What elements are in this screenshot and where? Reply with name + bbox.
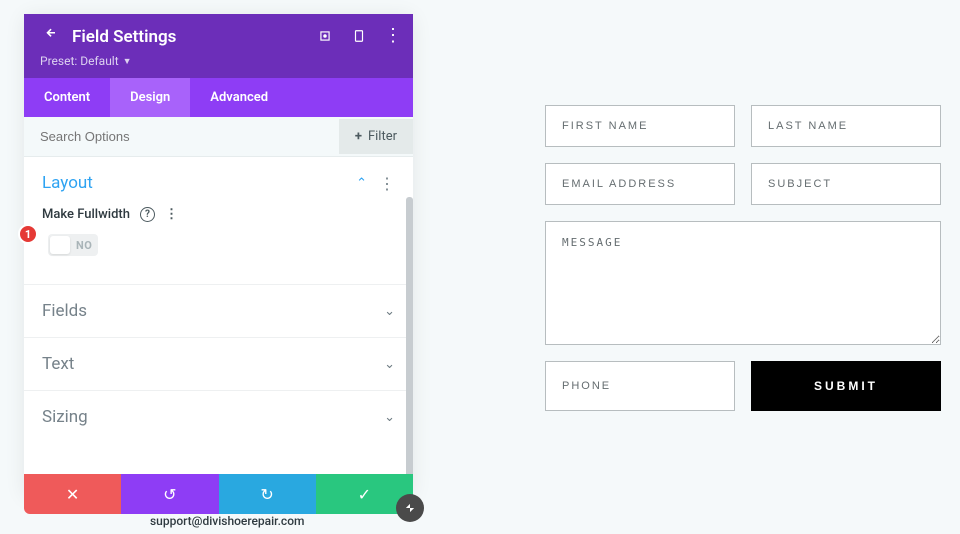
fullwidth-toggle[interactable]: NO — [48, 234, 98, 256]
section-text-head[interactable]: Text ⌄ — [42, 354, 395, 374]
option-more-icon[interactable]: ⋮ — [165, 207, 178, 222]
make-fullwidth-row: Make Fullwidth ? ⋮ — [42, 207, 395, 222]
search-row: + Filter — [24, 117, 413, 157]
section-layout-title: Layout — [42, 173, 93, 193]
filter-button[interactable]: + Filter — [339, 119, 413, 154]
callout-badge-1: 1 — [18, 224, 38, 244]
undo-button[interactable]: ↺ — [121, 474, 218, 514]
drag-handle[interactable] — [396, 494, 424, 522]
search-input[interactable] — [40, 117, 339, 156]
close-icon: ✕ — [66, 485, 79, 504]
preset-label: Preset: Default — [40, 54, 119, 68]
redo-icon: ↻ — [260, 485, 273, 504]
section-more-icon[interactable]: ⋮ — [379, 174, 395, 193]
responsive-icon[interactable] — [351, 28, 367, 44]
panel-body: + Filter Layout ⌃ ⋮ Make Fullwidth ? ⋮ — [24, 117, 413, 495]
section-sizing-head[interactable]: Sizing ⌄ — [42, 407, 395, 427]
preset-selector[interactable]: Preset: Default ▼ — [40, 54, 397, 68]
message-field[interactable] — [545, 221, 941, 345]
chevron-down-icon: ▼ — [123, 56, 132, 67]
plus-icon: + — [355, 129, 362, 144]
form-preview: SUBMIT — [545, 105, 941, 427]
last-name-field[interactable] — [751, 105, 941, 147]
redo-button[interactable]: ↻ — [219, 474, 316, 514]
section-text-title: Text — [42, 354, 74, 374]
scrollbar[interactable] — [406, 197, 413, 495]
tabs: Content Design Advanced — [24, 78, 413, 117]
section-sizing-title: Sizing — [42, 407, 88, 427]
first-name-field[interactable] — [545, 105, 735, 147]
settings-panel: Field Settings Preset: Default ▼ ⋮ Conte… — [24, 14, 413, 495]
submit-button[interactable]: SUBMIT — [751, 361, 941, 411]
chevron-down-icon: ⌄ — [384, 410, 395, 425]
section-sizing: Sizing ⌄ — [24, 391, 413, 443]
footer-actions: ✕ ↺ ↻ ✓ — [24, 474, 413, 514]
toggle-state: NO — [76, 239, 92, 252]
section-fields-title: Fields — [42, 301, 87, 321]
more-icon[interactable]: ⋮ — [385, 28, 401, 44]
make-fullwidth-label: Make Fullwidth — [42, 207, 130, 222]
section-fields-head[interactable]: Fields ⌄ — [42, 301, 395, 321]
section-fields: Fields ⌄ — [24, 285, 413, 338]
chevron-up-icon: ⌃ — [356, 176, 367, 191]
phone-field[interactable] — [545, 361, 735, 411]
tab-design[interactable]: Design — [110, 78, 190, 117]
section-layout-head[interactable]: Layout ⌃ ⋮ — [42, 173, 395, 193]
chevron-down-icon: ⌄ — [384, 304, 395, 319]
section-text: Text ⌄ — [24, 338, 413, 391]
section-layout: Layout ⌃ ⋮ Make Fullwidth ? ⋮ NO — [24, 157, 413, 285]
panel-title: Field Settings — [72, 27, 176, 47]
check-icon: ✓ — [358, 485, 371, 504]
subject-field[interactable] — [751, 163, 941, 205]
expand-icon[interactable] — [317, 28, 333, 44]
cancel-button[interactable]: ✕ — [24, 474, 121, 514]
help-icon[interactable]: ? — [140, 207, 155, 222]
chevron-down-icon: ⌄ — [384, 357, 395, 372]
panel-header: Field Settings Preset: Default ▼ ⋮ — [24, 14, 413, 78]
filter-label: Filter — [368, 129, 397, 144]
tab-advanced[interactable]: Advanced — [190, 78, 288, 117]
back-icon[interactable] — [40, 26, 58, 48]
undo-icon: ↺ — [163, 485, 176, 504]
email-field[interactable] — [545, 163, 735, 205]
tab-content[interactable]: Content — [24, 78, 110, 117]
support-email: support@divishoerepair.com — [150, 514, 304, 528]
toggle-knob — [50, 236, 70, 254]
